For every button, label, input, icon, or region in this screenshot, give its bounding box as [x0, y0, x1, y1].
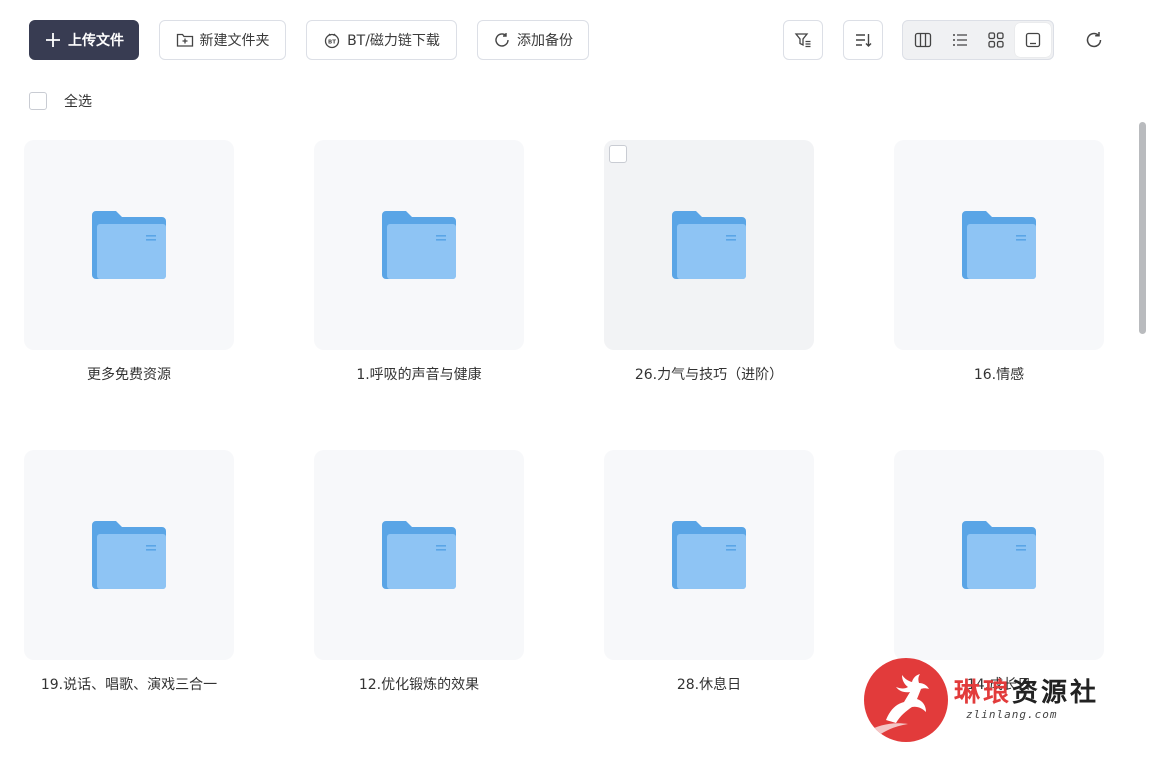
- file-card[interactable]: 更多免费资源: [24, 140, 234, 384]
- new-folder-label: 新建文件夹: [199, 33, 270, 49]
- folder-icon: [672, 211, 746, 279]
- file-thumbnail[interactable]: [314, 140, 524, 350]
- sort-icon: [856, 34, 872, 47]
- file-card[interactable]: 12.优化锻炼的效果: [314, 450, 524, 694]
- file-thumbnail[interactable]: [894, 450, 1104, 660]
- new-folder-button[interactable]: 新建文件夹: [159, 20, 286, 60]
- file-select-checkbox[interactable]: [609, 145, 627, 163]
- view-list-button[interactable]: [942, 23, 979, 57]
- list-icon: [952, 34, 967, 46]
- view-thumbnail-button[interactable]: [1014, 23, 1051, 57]
- watermark-title: 琳琅资源社: [954, 672, 1099, 709]
- file-thumbnail[interactable]: [894, 140, 1104, 350]
- file-thumbnail[interactable]: [24, 140, 234, 350]
- file-thumbnail[interactable]: [604, 140, 814, 350]
- bt-download-button[interactable]: BT BT/磁力链下载: [306, 20, 457, 60]
- vertical-scrollbar[interactable]: [1137, 120, 1147, 760]
- columns-icon: [915, 32, 932, 48]
- add-backup-button[interactable]: 添加备份: [477, 20, 589, 60]
- file-card[interactable]: 16.情感: [894, 140, 1104, 384]
- sort-button[interactable]: [843, 20, 883, 60]
- file-card[interactable]: 26.力气与技巧（进阶）: [604, 140, 814, 384]
- file-name[interactable]: 28.休息日: [604, 674, 814, 694]
- filter-button[interactable]: [783, 20, 823, 60]
- toolbar: 上传文件 新建文件夹 BT BT/磁力链下载 添加备份: [0, 0, 1149, 80]
- file-name[interactable]: 更多免费资源: [24, 364, 234, 384]
- filter-icon: [794, 33, 811, 48]
- upload-button[interactable]: 上传文件: [29, 20, 139, 60]
- file-name[interactable]: 19.说话、唱歌、演戏三合一: [24, 674, 234, 694]
- folder-plus-icon: [176, 33, 193, 47]
- file-card[interactable]: 1.呼吸的声音与健康: [314, 140, 524, 384]
- folder-icon: [962, 211, 1036, 279]
- file-name[interactable]: 16.情感: [894, 364, 1104, 384]
- view-columns-button[interactable]: [905, 23, 942, 57]
- sync-icon: [495, 33, 509, 47]
- refresh-icon: [1086, 32, 1102, 48]
- bt-magnet-icon: BT: [324, 33, 340, 49]
- plus-icon: [46, 33, 60, 47]
- file-card[interactable]: 28.休息日: [604, 450, 814, 694]
- refresh-button[interactable]: [1076, 22, 1112, 58]
- add-backup-label: 添加备份: [517, 33, 573, 49]
- deer-logo-icon: [864, 658, 948, 742]
- folder-icon: [92, 211, 166, 279]
- folder-icon: [92, 521, 166, 589]
- file-name[interactable]: 12.优化锻炼的效果: [314, 674, 524, 694]
- folder-icon: [382, 521, 456, 589]
- select-all[interactable]: 全选: [29, 91, 92, 111]
- view-grid-button[interactable]: [978, 23, 1015, 57]
- thumbnail-icon: [1025, 32, 1040, 48]
- file-thumbnail[interactable]: [604, 450, 814, 660]
- file-name[interactable]: 1.呼吸的声音与健康: [314, 364, 524, 384]
- file-thumbnail[interactable]: [24, 450, 234, 660]
- watermark-title-rest: 资源社: [1012, 678, 1100, 708]
- watermark-logo: 琳琅资源社 zlinlang.com: [864, 658, 1134, 744]
- upload-label: 上传文件: [68, 33, 124, 49]
- watermark-url: zlinlang.com: [966, 708, 1058, 721]
- svg-text:BT: BT: [328, 39, 336, 45]
- folder-icon: [962, 521, 1036, 589]
- watermark-title-red: 琳琅: [954, 678, 1013, 708]
- bt-download-label: BT/磁力链下载: [347, 33, 440, 49]
- grid-icon: [988, 32, 1004, 48]
- file-thumbnail[interactable]: [314, 450, 524, 660]
- view-mode-group: [902, 20, 1054, 60]
- folder-icon: [672, 521, 746, 589]
- folder-icon: [382, 211, 456, 279]
- scrollbar-thumb[interactable]: [1139, 122, 1146, 334]
- file-name[interactable]: 26.力气与技巧（进阶）: [604, 364, 814, 384]
- file-manager: 上传文件 新建文件夹 BT BT/磁力链下载 添加备份 全选 更多免费资源 1.…: [0, 0, 1149, 760]
- select-all-label: 全选: [64, 94, 92, 110]
- select-all-checkbox[interactable]: [29, 92, 47, 110]
- file-card[interactable]: 19.说话、唱歌、演戏三合一: [24, 450, 234, 694]
